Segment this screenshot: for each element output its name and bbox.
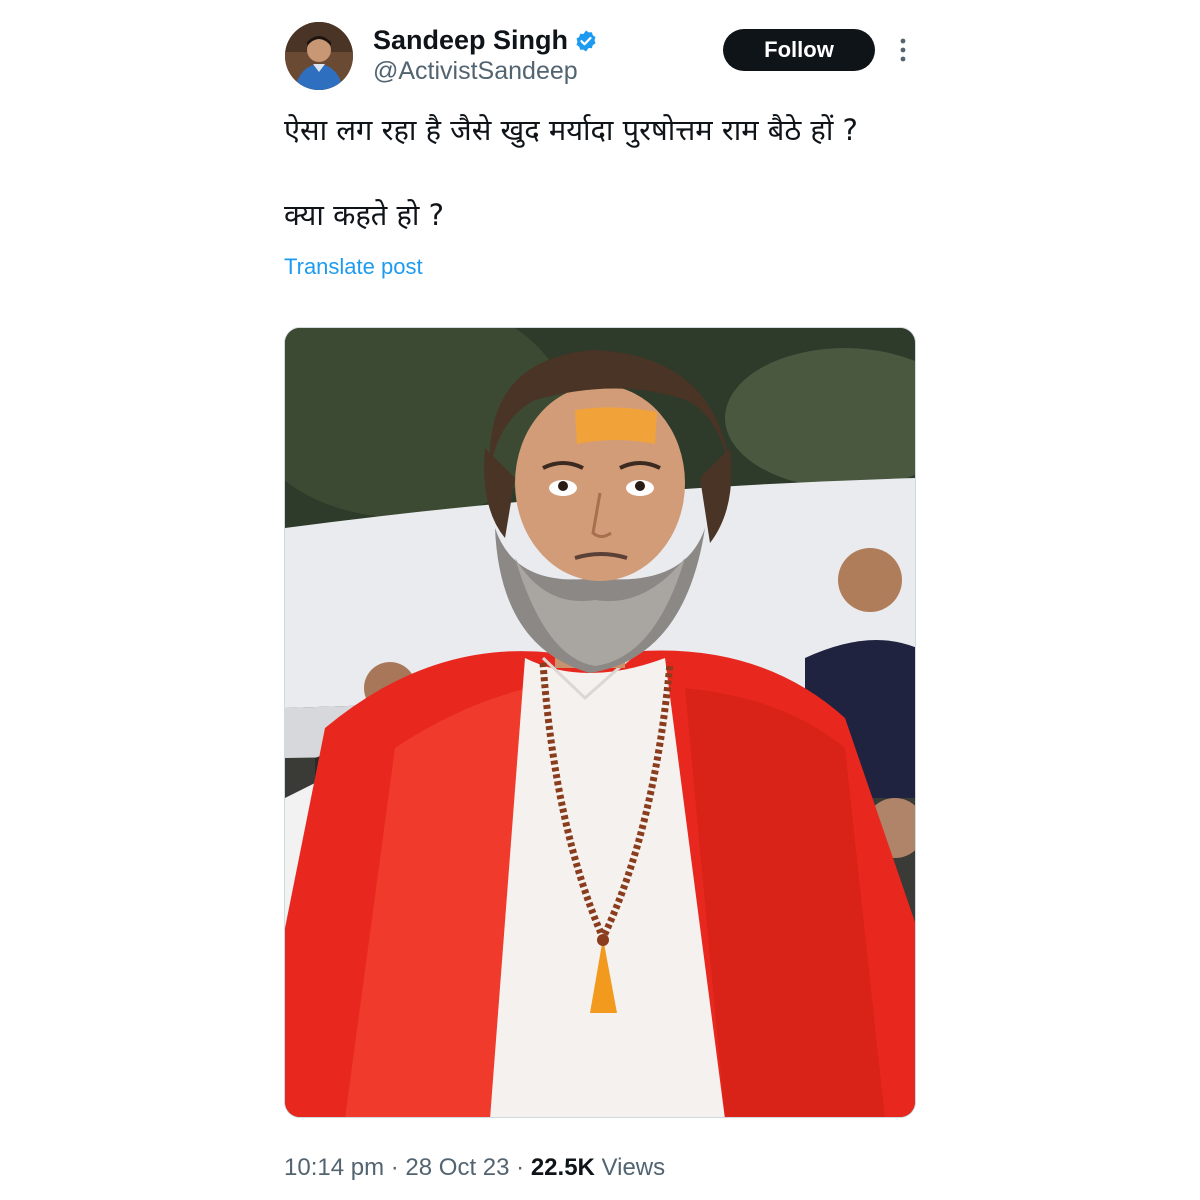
- views-label: Views: [601, 1154, 666, 1181]
- follow-button[interactable]: Follow: [723, 29, 875, 71]
- user-avatar-image: [285, 22, 353, 90]
- tweet-text-line-2: क्या कहते हो ?: [284, 198, 445, 232]
- post-time[interactable]: 10:14 pm: [284, 1154, 384, 1181]
- author-name[interactable]: Sandeep Singh: [373, 24, 598, 56]
- tweet-text-line-1: ऐसा लग रहा है जैसे खुद मर्यादा पुरषोत्तम…: [284, 113, 858, 147]
- meta-separator: ·: [390, 1154, 399, 1181]
- post-date[interactable]: 28 Oct 23: [405, 1154, 509, 1181]
- verified-badge-icon: [574, 28, 598, 52]
- post-card: Sandeep Singh @ActivistSandeep Follow ऐस…: [0, 0, 1200, 1200]
- author-avatar[interactable]: [285, 22, 353, 90]
- post-photo[interactable]: [284, 327, 916, 1118]
- meta-separator-2: ·: [516, 1154, 525, 1181]
- photo-image: [285, 328, 915, 1117]
- post-meta: 10:14 pm · 28 Oct 23 · 22.5K Views: [284, 1152, 665, 1184]
- author-display-name: Sandeep Singh: [373, 25, 569, 55]
- more-vertical-icon[interactable]: [890, 36, 916, 64]
- views-count: 22.5K: [530, 1154, 595, 1181]
- author-handle[interactable]: @ActivistSandeep: [373, 56, 578, 86]
- translate-post-link[interactable]: Translate post: [284, 253, 423, 281]
